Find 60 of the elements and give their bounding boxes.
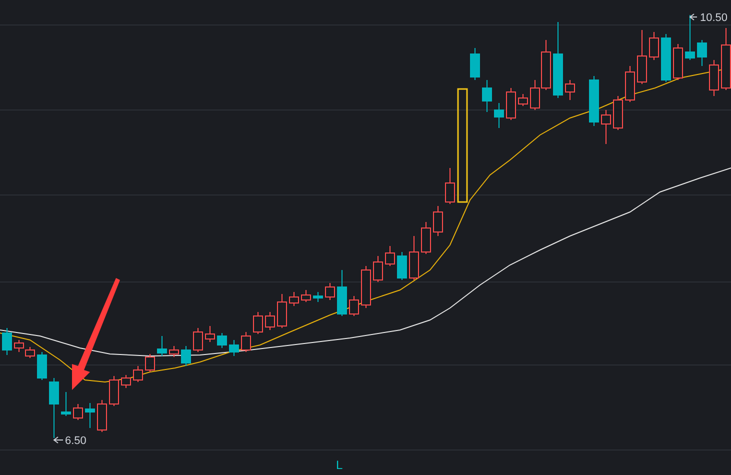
candlestick [325,282,335,300]
candlestick [518,94,528,106]
candlestick [349,296,359,316]
candlestick [217,332,227,348]
candlestick [385,246,395,266]
candlestick [685,14,695,60]
candlestick [661,34,671,82]
candlestick [445,168,455,204]
high-price-label: 10.50 [700,12,728,24]
candlestick [2,328,12,356]
candlestick [601,110,611,144]
candlestick [157,336,167,356]
candlestick [649,32,659,60]
candlestick [373,256,383,282]
candlestick [205,326,215,342]
candlestick [133,366,143,382]
candlestick [241,332,251,352]
candlestick [14,340,24,352]
candlestick [301,290,311,302]
candlestick [73,404,83,420]
candlestick [613,96,623,130]
candlestick [565,80,575,100]
candlestick [49,378,59,438]
candlestick [145,354,155,372]
candlestick [673,44,683,80]
candlestick [361,266,371,308]
candlestick [277,294,287,328]
candlestick [697,40,707,66]
candlestick [289,292,299,306]
candlestick [589,76,599,126]
candlestick [470,48,480,80]
candlestick [169,346,179,358]
candlestick [85,402,95,428]
candlestick [337,270,347,316]
candlestick [193,328,203,352]
candlestick [181,346,191,366]
low-price-label: 6.50 [65,435,86,447]
marker-label: L [336,458,343,472]
pointer-line [53,436,64,444]
candlestick [25,346,35,358]
candlestick [313,292,323,302]
candlestick [482,80,492,112]
candlestick [121,374,131,388]
candlestick [625,66,635,102]
candlestick [253,312,263,334]
candlestick [109,376,119,406]
candlestick [97,400,107,432]
candlestick [229,340,239,356]
candlestick [637,30,647,84]
candlestick [37,352,47,380]
candlestick [397,252,407,280]
candlestick [61,392,71,416]
candlestick [421,222,431,254]
candlestick [433,206,443,236]
candlestick [265,312,275,330]
candlestick [494,102,504,128]
candlestick [709,60,719,96]
pointer-line [689,14,698,20]
candlestick [409,236,419,280]
candlestick [506,88,516,120]
